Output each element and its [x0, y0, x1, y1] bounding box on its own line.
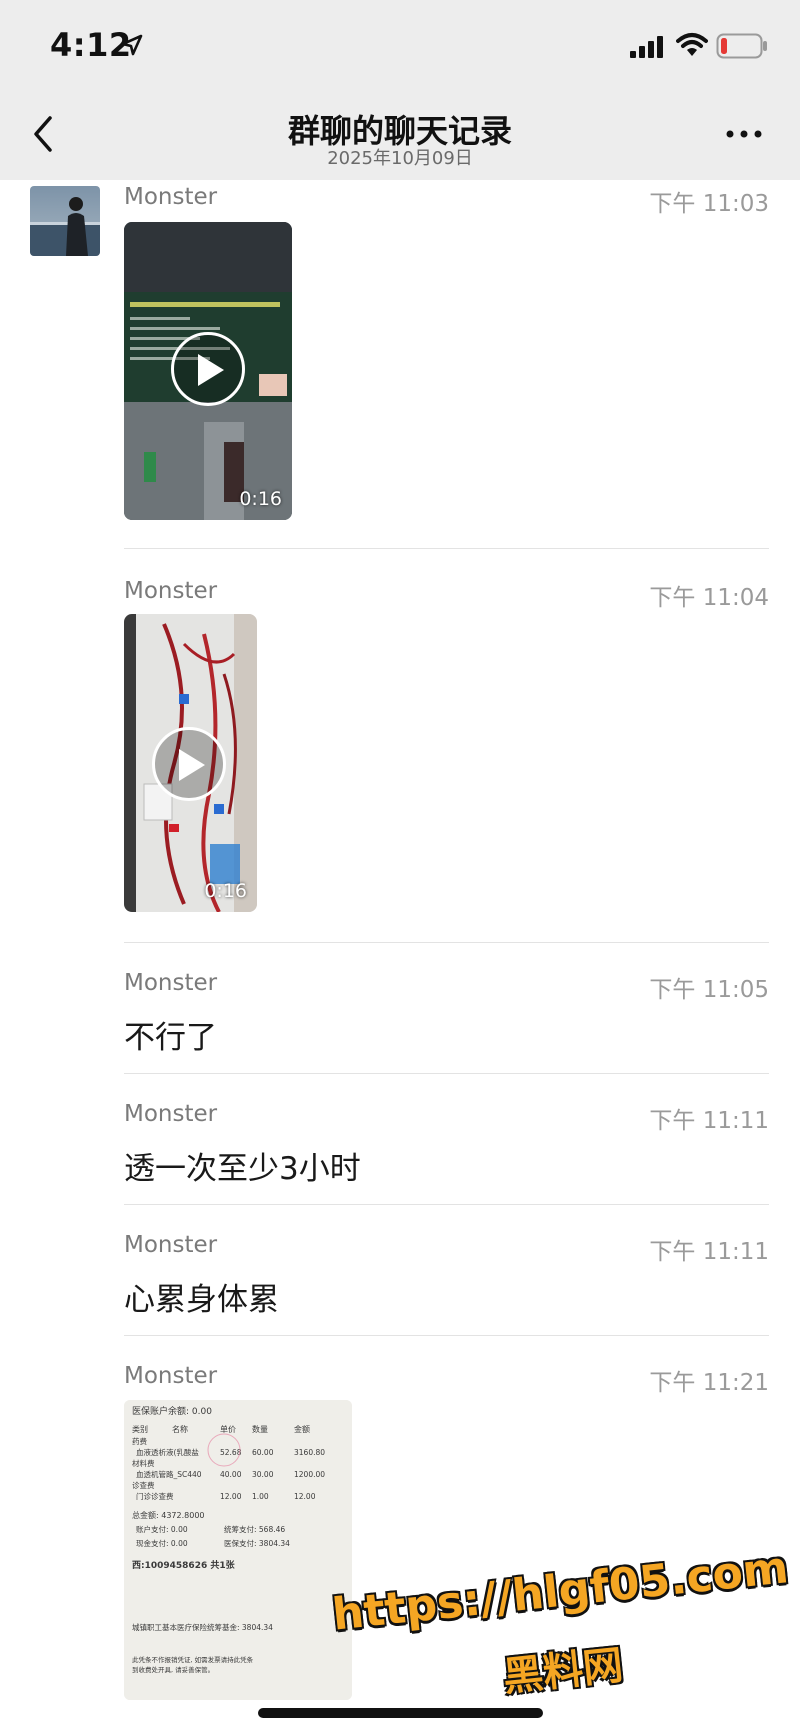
- video-duration: 0:16: [239, 488, 282, 510]
- receipt-cell: 材料费: [132, 1458, 155, 1468]
- receipt-cell: 血透机管路_SC440: [136, 1469, 202, 1479]
- receipt-cell: 诊查费: [132, 1480, 155, 1490]
- message-time: 下午 11:05: [649, 977, 769, 1003]
- chat-date: 2025年10月09日: [327, 148, 473, 169]
- video-thumbnail[interactable]: 0:16: [124, 614, 257, 912]
- receipt-cell: 药费: [132, 1436, 147, 1446]
- receipt-cell: 60.00: [252, 1448, 274, 1457]
- receipt-cell: 40.00: [220, 1470, 242, 1479]
- sender-name: Monster: [124, 1101, 218, 1127]
- receipt-serial: 西:1009458626 共1张: [132, 1559, 236, 1571]
- avatar[interactable]: [30, 186, 100, 256]
- message-time: 下午 11:11: [649, 1239, 769, 1265]
- divider: [124, 548, 769, 549]
- receipt-header: 类别: [132, 1424, 148, 1434]
- sender-name: Monster: [124, 184, 218, 210]
- watermark-name: 黑料网: [501, 1642, 626, 1701]
- receipt-cell: 30.00: [252, 1470, 274, 1479]
- home-indicator: [258, 1708, 543, 1718]
- message-time: 下午 11:03: [649, 191, 769, 217]
- sender-name: Monster: [124, 578, 218, 604]
- receipt-total: 总金额: 4372.8000: [132, 1510, 205, 1520]
- wifi-icon: [676, 33, 708, 56]
- status-bar: 4:12: [0, 0, 800, 90]
- receipt-insurance-pay: 医保支付: 3804.34: [224, 1538, 290, 1548]
- receipt-cell: 12.00: [220, 1492, 242, 1501]
- receipt-header: 数量: [252, 1424, 268, 1434]
- divider: [124, 1204, 769, 1205]
- message-item: Monster 下午 11:21: [124, 1363, 769, 1403]
- message-text: 透一次至少3小时: [124, 1151, 361, 1187]
- receipt-cash-pay: 现金支付: 0.00: [136, 1538, 188, 1548]
- message-time: 下午 11:21: [649, 1370, 769, 1396]
- location-arrow-icon: [121, 34, 143, 56]
- message-item: Monster 下午 11:05 不行了: [124, 970, 769, 1070]
- receipt-header: 单价: [220, 1424, 236, 1434]
- receipt-header: 名称: [172, 1424, 188, 1434]
- receipt-cell: 3160.80: [294, 1448, 325, 1457]
- message-time: 下午 11:11: [649, 1108, 769, 1134]
- receipt-cell: 血液透析液(乳酸盐: [136, 1447, 199, 1457]
- divider: [124, 942, 769, 943]
- message-item: Monster 下午 11:11 透一次至少3小时: [124, 1101, 769, 1201]
- cellular-signal-icon: [630, 36, 663, 58]
- receipt-fund: 城镇职工基本医疗保险统筹基金: 3804.34: [132, 1622, 273, 1632]
- receipt-cell: 门诊诊查费: [136, 1491, 174, 1501]
- message-item: Monster 下午 11:11 心累身体累: [124, 1232, 769, 1332]
- receipt-image[interactable]: 医保账户余额: 0.00 类别 名称 单价 数量 金额 药费 血液透析液(乳酸盐 5…: [124, 1400, 352, 1700]
- receipt-cell: 1.00: [252, 1492, 269, 1501]
- divider: [124, 1335, 769, 1336]
- video-thumbnail[interactable]: 0:16: [124, 222, 292, 520]
- sender-name: Monster: [124, 1363, 218, 1389]
- receipt-cell: 12.00: [294, 1492, 316, 1501]
- sender-name: Monster: [124, 1232, 218, 1258]
- watermark-url: https://hlgf05.com: [330, 1542, 791, 1641]
- more-options-icon[interactable]: [720, 122, 770, 146]
- receipt-balance: 医保账户余额: 0.00: [132, 1405, 212, 1417]
- message-text: 心累身体累: [124, 1282, 279, 1318]
- video-duration: 0:16: [204, 880, 247, 902]
- battery-low-icon: [716, 33, 767, 59]
- receipt-personal-account: 账户支付: 0.00: [136, 1524, 188, 1534]
- sender-name: Monster: [124, 970, 218, 996]
- receipt-pooled-pay: 统筹支付: 568.46: [224, 1524, 285, 1534]
- message-text: 不行了: [124, 1020, 217, 1056]
- receipt-cell: 1200.00: [294, 1470, 325, 1479]
- receipt-header: 金额: [294, 1424, 310, 1434]
- play-icon[interactable]: [171, 332, 245, 406]
- nav-bar: 群聊的聊天记录 2025年10月09日: [0, 90, 800, 180]
- play-icon[interactable]: [152, 727, 226, 801]
- message-time: 下午 11:04: [649, 585, 769, 611]
- divider: [124, 1073, 769, 1074]
